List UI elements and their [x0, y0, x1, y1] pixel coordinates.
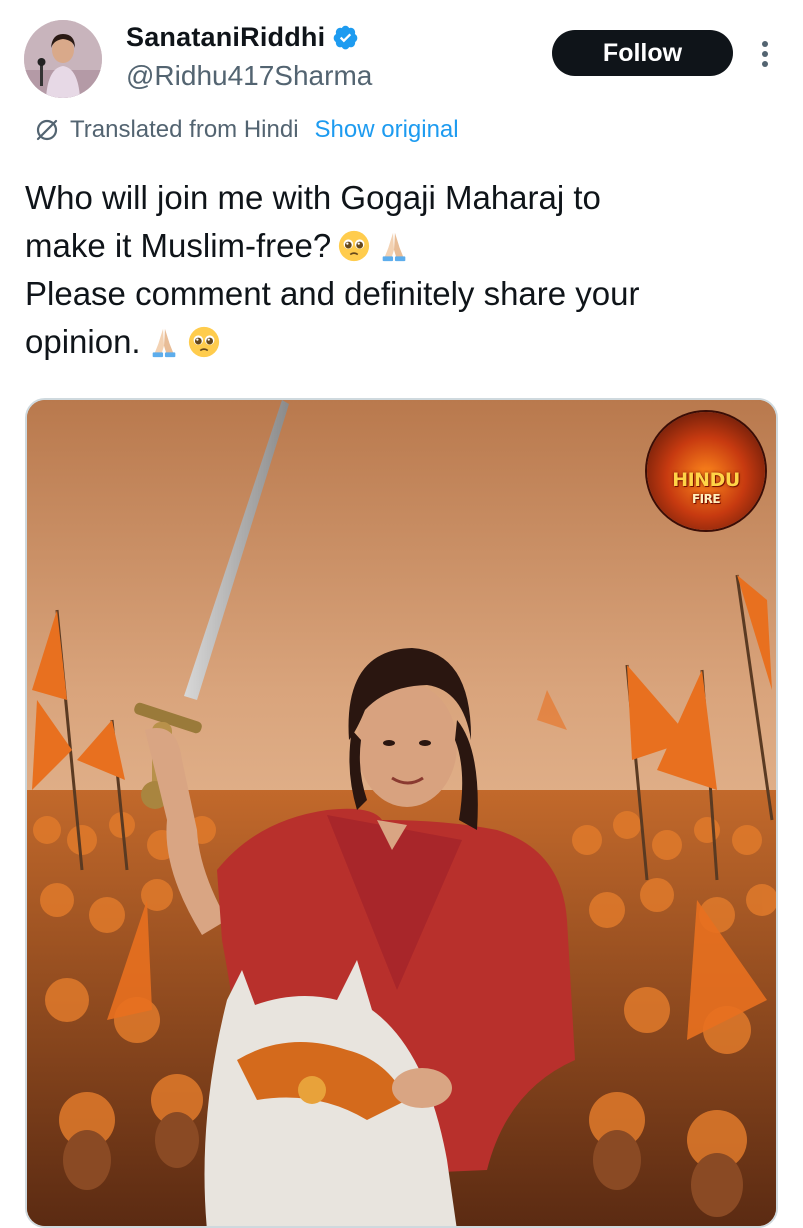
hindu-fire-logo: HINDU FIRE	[647, 412, 765, 530]
tweet-header: SanataniRiddhi @Ridhu417Sharma Follow	[0, 0, 803, 115]
translation-row: Translated from Hindi Show original	[34, 116, 459, 144]
tweet-line: make it Muslim-free?	[25, 222, 770, 270]
folded-hands-emoji-icon	[152, 328, 175, 358]
logo-title: HINDU	[672, 469, 740, 491]
media-illustration	[27, 400, 776, 1226]
folded-hands-emoji-icon	[382, 232, 406, 262]
author-handle[interactable]: @Ridhu417Sharma	[126, 60, 372, 92]
tweet-line-text: Please comment and definitely share your	[25, 275, 640, 312]
logo-text: HINDU FIRE	[647, 469, 765, 508]
follow-button[interactable]: Follow	[552, 30, 733, 76]
logo-subtitle: FIRE	[691, 492, 721, 506]
show-original-link[interactable]: Show original	[315, 116, 459, 144]
tweet-line-text: Who will join me with Gogaji Maharaj to	[25, 179, 601, 216]
avatar-image	[24, 20, 102, 98]
tweet-line: opinion.	[25, 318, 770, 366]
author-name-row: SanataniRiddhi	[126, 22, 359, 53]
tweet-line-text: make it Muslim-free?	[25, 227, 332, 264]
tweet-text: Who will join me with Gogaji Maharaj to …	[25, 174, 770, 366]
more-vertical-icon[interactable]	[755, 38, 775, 70]
author-display-name[interactable]: SanataniRiddhi	[126, 22, 325, 53]
pleading-face-emoji-icon	[339, 230, 370, 262]
pleading-face-emoji-icon	[188, 326, 219, 358]
tweet-line: Please comment and definitely share your	[25, 270, 770, 318]
translated-from-label: Translated from Hindi	[70, 116, 299, 143]
tweet-line: Who will join me with Gogaji Maharaj to	[25, 174, 770, 222]
tweet-media-image[interactable]: HINDU FIRE	[25, 398, 778, 1228]
verified-badge-icon	[334, 25, 358, 50]
translate-icon	[36, 119, 58, 141]
author-avatar[interactable]	[24, 20, 102, 98]
tweet-line-text: opinion.	[25, 323, 141, 360]
